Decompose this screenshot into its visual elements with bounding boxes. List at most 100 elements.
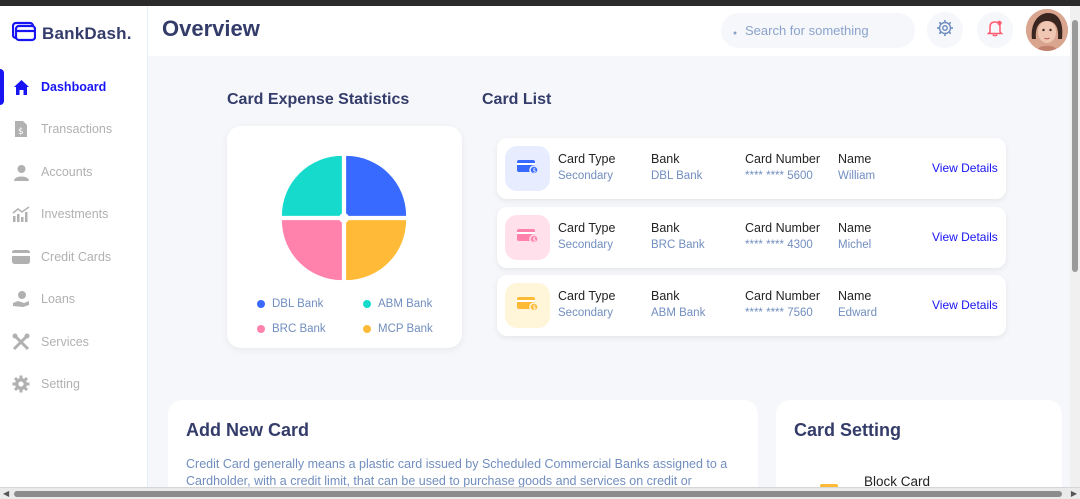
legend-dot [363, 325, 371, 333]
card-type-column: Card Type Secondary [558, 289, 615, 319]
view-details-link[interactable]: View Details [932, 230, 998, 244]
gear-icon [936, 19, 954, 42]
vertical-scrollbar-thumb[interactable] [1072, 20, 1078, 272]
card-list-title: Card List [482, 91, 552, 108]
card-number-header: Card Number [745, 152, 821, 166]
legend-item: ABM Bank [363, 298, 432, 310]
legend-label: MCP Bank [378, 323, 433, 335]
bank-value: DBL Bank [651, 170, 703, 182]
bank-header: Bank [651, 289, 680, 303]
scroll-right-arrow-icon[interactable]: ▶ [1071, 489, 1077, 498]
legend-item: BRC Bank [257, 323, 326, 335]
home-icon [12, 78, 30, 96]
card-type-column: Card Type Secondary [558, 221, 615, 251]
legend-label: ABM Bank [378, 298, 433, 310]
card-type-header: Card Type [558, 221, 616, 235]
legend-label: DBL Bank [272, 298, 324, 310]
name-column: Name Michel [838, 221, 871, 251]
search-bar[interactable] [721, 13, 915, 48]
user-icon [12, 163, 30, 181]
pie-slice-brc-bank[interactable] [281, 220, 342, 281]
card-type-badge: $ [505, 283, 550, 328]
sidebar: BankDash. Dashboard $ Transactions Accou… [0, 6, 148, 487]
card-type-value: Secondary [558, 170, 613, 182]
svg-text:$: $ [532, 167, 536, 174]
sidebar-item-setting[interactable]: Setting [0, 366, 148, 402]
sidebar-item-transactions[interactable]: $ Transactions [0, 111, 148, 147]
name-value: William [838, 170, 876, 182]
legend-dot [257, 300, 265, 308]
sidebar-item-services[interactable]: Services [0, 324, 148, 360]
sidebar-item-label: Accounts [41, 165, 93, 179]
card-number-header: Card Number [745, 289, 821, 303]
card-setting-panel: Card Setting Block Card [776, 400, 1062, 487]
bank-value: ABM Bank [651, 307, 706, 319]
pie-center-dot [339, 213, 349, 223]
svg-text:$: $ [532, 304, 536, 311]
settings-button[interactable] [927, 12, 963, 48]
sidebar-item-credit-cards[interactable]: Credit Cards [0, 239, 148, 275]
name-header: Name [838, 221, 872, 235]
transactions-icon: $ [12, 120, 30, 138]
sidebar-item-accounts[interactable]: Accounts [0, 154, 148, 190]
card-number-column: Card Number **** **** 5600 [745, 152, 820, 182]
bank-column: Bank ABM Bank [651, 289, 705, 319]
name-column: Name Edward [838, 289, 877, 319]
card-number-header: Card Number [745, 221, 821, 235]
card-type-value: Secondary [558, 307, 613, 319]
add-new-card-description: Credit Card generally means a plastic ca… [186, 457, 728, 487]
card-type-header: Card Type [558, 289, 616, 303]
bank-column: Bank BRC Bank [651, 221, 705, 251]
bell-icon [986, 19, 1004, 42]
vertical-scrollbar[interactable] [1070, 6, 1080, 487]
sidebar-item-loans[interactable]: Loans [0, 281, 148, 317]
bank-column: Bank DBL Bank [651, 152, 702, 182]
search-icon [733, 22, 737, 40]
brand-logo[interactable]: BankDash. [11, 20, 132, 47]
pie-slice-mcp-bank[interactable] [346, 220, 407, 281]
card-type-header: Card Type [558, 152, 616, 166]
block-card-label[interactable]: Block Card [864, 474, 930, 487]
credit-card-icon: $ [516, 158, 539, 179]
name-value: Edward [838, 307, 877, 319]
expense-stats-card: DBL Bank ABM Bank BRC Bank MCP Bank [227, 126, 462, 348]
credit-card-icon: $ [516, 227, 539, 248]
sidebar-item-label: Credit Cards [41, 250, 112, 264]
top-header: Overview [148, 6, 1070, 56]
scroll-left-arrow-icon[interactable]: ◀ [3, 489, 9, 498]
expense-pie-chart [281, 155, 407, 281]
bank-header: Bank [651, 152, 680, 166]
card-type-value: Secondary [558, 239, 613, 251]
view-details-link[interactable]: View Details [932, 161, 998, 175]
investments-icon [12, 205, 30, 223]
horizontal-scrollbar[interactable]: ◀ ▶ [0, 487, 1080, 499]
app-frame: BankDash. Dashboard $ Transactions Accou… [0, 6, 1070, 487]
add-new-card-panel: Add New Card Credit Card generally means… [168, 400, 758, 487]
name-header: Name [838, 152, 872, 166]
sidebar-item-investments[interactable]: Investments [0, 196, 148, 232]
add-new-card-title: Add New Card [186, 420, 310, 440]
sidebar-item-label: Investments [41, 207, 109, 221]
card-number-column: Card Number **** **** 4300 [745, 221, 820, 251]
name-value: Michel [838, 239, 872, 251]
avatar[interactable] [1026, 9, 1068, 51]
pie-slice-abm-bank[interactable] [281, 155, 342, 216]
name-header: Name [838, 289, 872, 303]
sidebar-item-dashboard[interactable]: Dashboard [0, 69, 148, 105]
page-title: Overview [162, 16, 260, 41]
card-number-value: **** **** 7560 [745, 307, 813, 319]
gear-icon [12, 375, 30, 393]
card-setting-title: Card Setting [794, 420, 902, 440]
view-details-link[interactable]: View Details [932, 298, 998, 312]
notifications-button[interactable] [977, 12, 1013, 48]
card-number-value: **** **** 4300 [745, 239, 813, 251]
loans-icon [12, 290, 30, 308]
legend-dot [363, 300, 371, 308]
legend-item: MCP Bank [363, 323, 433, 335]
pie-slice-dbl-bank[interactable] [346, 155, 407, 216]
sidebar-item-label: Loans [41, 292, 76, 306]
sidebar-item-label: Transactions [41, 122, 113, 136]
horizontal-scrollbar-thumb[interactable] [14, 491, 1062, 497]
search-input[interactable] [745, 23, 895, 38]
services-icon [12, 333, 30, 351]
